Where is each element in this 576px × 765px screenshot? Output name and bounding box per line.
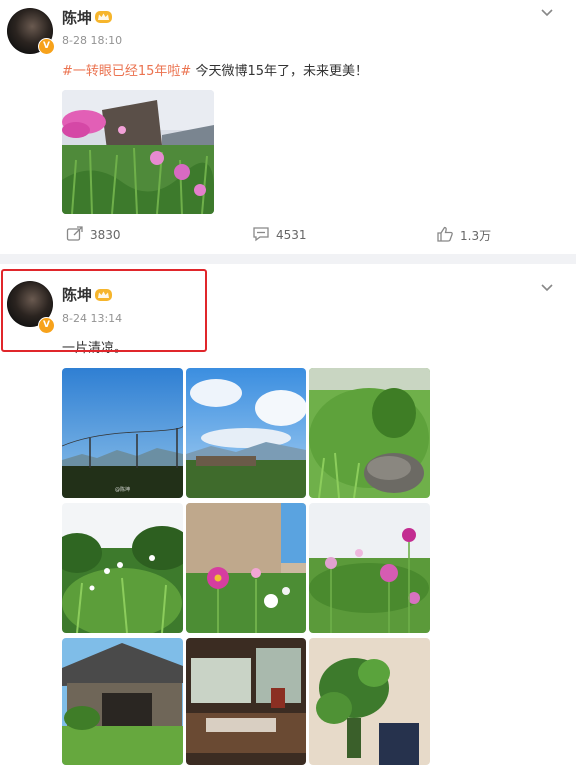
photo-grid-8[interactable] <box>186 638 306 765</box>
post-body: 今天微博15年了，未来更美！ <box>191 64 369 79</box>
post-time[interactable]: 8-28 18:10 <box>62 34 122 47</box>
chevron-down-icon[interactable] <box>540 278 554 292</box>
chevron-down-icon[interactable] <box>540 3 554 17</box>
photo-grid-4[interactable] <box>62 503 183 633</box>
comment-button[interactable]: 4531 <box>252 224 307 246</box>
highlight-box <box>1 269 207 352</box>
photo-grid-6[interactable] <box>309 503 430 633</box>
like-icon <box>436 226 454 245</box>
repost-button[interactable]: 3830 <box>66 224 121 246</box>
weibo-post-1: V 陈坤 8-28 18:10 #一转眼已经15年啦# 今天微博15年了，未来更… <box>0 0 576 254</box>
photo-cosmos-field[interactable] <box>62 90 214 214</box>
like-button[interactable]: 1.3万 <box>436 224 491 246</box>
photo-grid-7[interactable] <box>62 638 183 765</box>
like-count: 1.3万 <box>460 228 492 243</box>
photo-watermark: @陈坤 <box>114 487 130 493</box>
verified-badge-icon: V <box>38 38 55 55</box>
comment-count: 4531 <box>276 228 307 242</box>
topic-link[interactable]: #一转眼已经15年啦# <box>62 64 191 79</box>
photo-grid-9[interactable] <box>309 638 430 765</box>
post-actions: 3830 4531 1.3万 <box>0 224 576 246</box>
photo-grid-2[interactable] <box>186 368 306 498</box>
repost-count: 3830 <box>90 228 121 242</box>
photo-grid-3[interactable] <box>309 368 430 498</box>
author-name[interactable]: 陈坤 <box>62 7 92 28</box>
comment-icon <box>252 226 270 245</box>
repost-icon <box>66 225 84 245</box>
post-text: #一转眼已经15年啦# 今天微博15年了，未来更美！ <box>62 60 368 79</box>
photo-grid-1[interactable]: @陈坤 <box>62 368 183 498</box>
crown-icon <box>95 11 112 23</box>
photo-grid-5[interactable] <box>186 503 306 633</box>
